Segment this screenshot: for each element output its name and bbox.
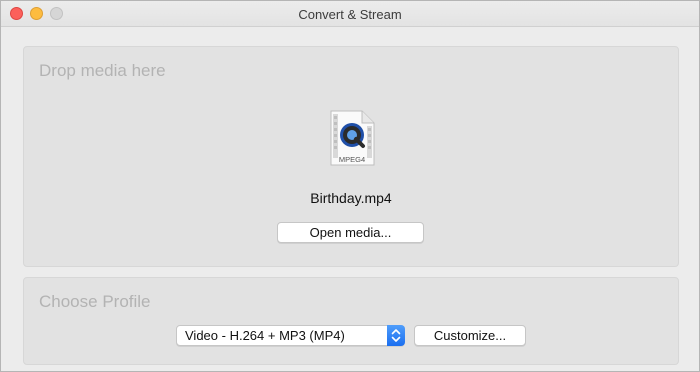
open-media-button[interactable]: Open media... bbox=[277, 222, 424, 243]
customize-button[interactable]: Customize... bbox=[414, 325, 526, 346]
profile-select-value: Video - H.264 + MP3 (MP4) bbox=[185, 328, 345, 343]
drop-media-heading: Drop media here bbox=[39, 61, 166, 80]
choose-profile-panel: Choose Profile Video - H.264 + MP3 (MP4)… bbox=[23, 277, 679, 365]
quicktime-file-icon: MPEG4 bbox=[330, 110, 375, 166]
file-name: Birthday.mp4 bbox=[310, 190, 392, 206]
profile-select[interactable]: Video - H.264 + MP3 (MP4) bbox=[176, 325, 405, 346]
chevron-updown-icon[interactable] bbox=[387, 325, 405, 346]
choose-profile-heading: Choose Profile bbox=[39, 292, 151, 311]
window-title: Convert & Stream bbox=[298, 7, 402, 22]
title-bar: Convert & Stream bbox=[1, 1, 699, 27]
file-icon-label: MPEG4 bbox=[339, 155, 365, 164]
drop-media-panel[interactable]: Drop media here MPEG4 Birthday.mp4 Open … bbox=[23, 46, 679, 267]
convert-stream-window: Convert & Stream Drop media here MPEG4 B… bbox=[0, 0, 700, 372]
